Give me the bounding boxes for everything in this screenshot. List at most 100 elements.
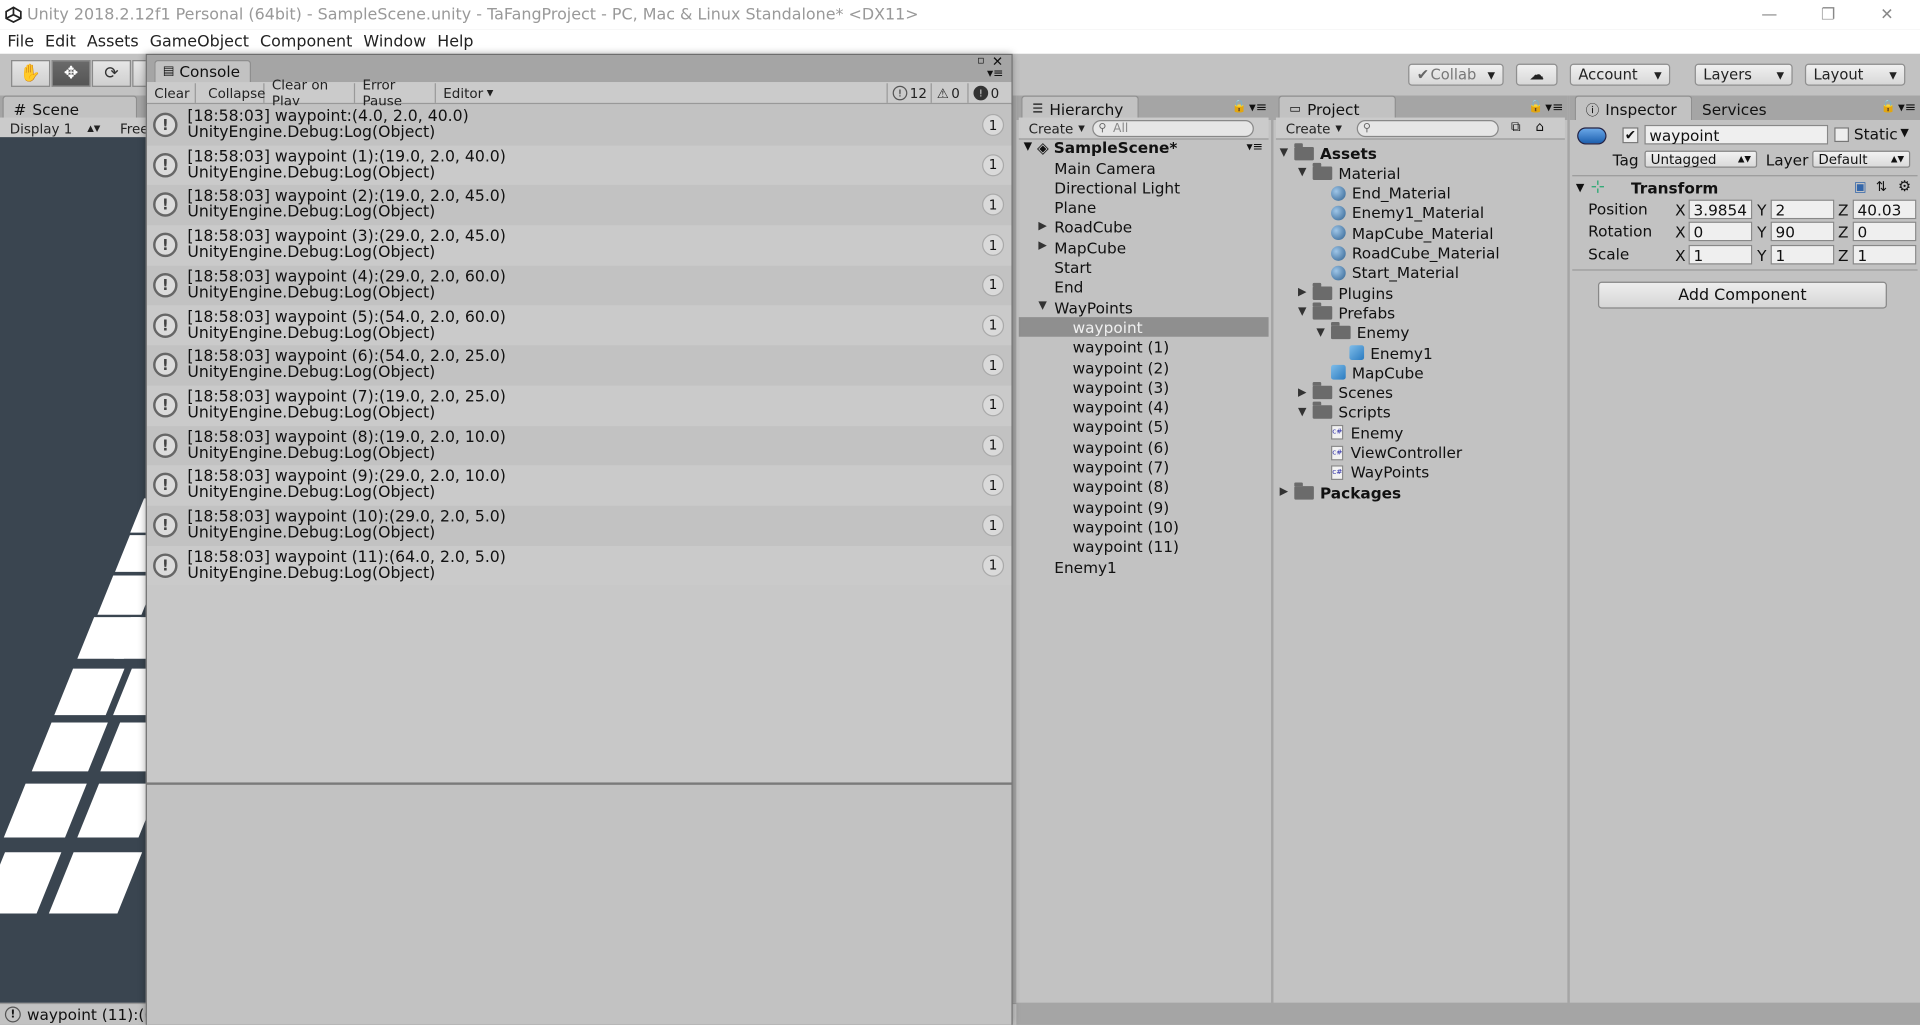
panel-menu-icon[interactable]: ▾≡: [1249, 99, 1267, 115]
hierarchy-item[interactable]: MapCube: [1054, 238, 1126, 258]
layout-dropdown[interactable]: Layout ▼: [1804, 63, 1906, 86]
project-item[interactable]: c# WayPoints: [1331, 463, 1429, 483]
settings-gear-icon[interactable]: ⚙: [1898, 178, 1911, 195]
project-item[interactable]: Enemy: [1331, 322, 1410, 343]
display-dropdown[interactable]: Display 1 ▲▼: [5, 120, 105, 137]
project-item[interactable]: Scripts: [1312, 402, 1391, 423]
project-item[interactable]: MapCube_Material: [1331, 223, 1493, 243]
lock-icon[interactable]: 🔒: [1528, 100, 1543, 113]
scale-x-field[interactable]: 1: [1688, 244, 1753, 265]
menu-gameobject[interactable]: GameObject: [146, 32, 256, 50]
project-item[interactable]: c# Enemy: [1331, 423, 1403, 443]
hierarchy-item[interactable]: waypoint (10): [1073, 517, 1179, 537]
panel-menu-icon[interactable]: ▾≡: [1898, 99, 1916, 115]
hierarchy-item[interactable]: waypoint (11): [1073, 537, 1179, 557]
rotation-z-field[interactable]: 0: [1852, 221, 1917, 242]
project-create-button[interactable]: Create ▼: [1281, 120, 1347, 137]
editor-dropdown[interactable]: Editor ▼: [438, 83, 493, 103]
hierarchy-item[interactable]: waypoint (7): [1073, 457, 1170, 477]
log-entry[interactable]: ! [18:58:03] waypoint:(4.0, 2.0, 40.0) Uni…: [146, 105, 1012, 146]
log-entry[interactable]: ! [18:58:03] waypoint (8):(19.0, 2.0, 10.…: [146, 425, 1012, 466]
lock-icon[interactable]: 🔒: [1232, 100, 1247, 113]
menu-window[interactable]: Window: [360, 32, 434, 50]
hierarchy-item[interactable]: waypoint (2): [1073, 358, 1170, 378]
hierarchy-item[interactable]: waypoint: [1073, 318, 1143, 338]
tab-services[interactable]: Services: [1692, 95, 1796, 121]
expand-arrow-icon[interactable]: ▼: [1316, 327, 1324, 339]
expand-arrow-icon[interactable]: ▼: [1298, 307, 1306, 319]
scene-menu-icon[interactable]: ▾≡: [1247, 140, 1263, 153]
project-item[interactable]: Scenes: [1312, 382, 1393, 403]
collapsed-arrow-icon[interactable]: ▶: [1280, 486, 1288, 498]
expand-arrow-icon[interactable]: ▼: [1298, 167, 1306, 179]
rotate-tool-button[interactable]: ⟳: [91, 60, 132, 87]
project-item[interactable]: MapCube: [1331, 363, 1424, 383]
panel-menu-icon[interactable]: ▾≡: [987, 67, 1003, 80]
scene-root-item[interactable]: ▼ ◈ SampleScene* ▾≡: [1024, 137, 1263, 157]
panel-menu-icon[interactable]: ▾≡: [1545, 99, 1563, 115]
log-entry[interactable]: ! [18:58:03] waypoint (9):(29.0, 2.0, 10.…: [146, 465, 1012, 506]
scene-viewport[interactable]: [0, 137, 147, 1003]
restore-button[interactable]: ❐: [1800, 0, 1856, 29]
collapsed-arrow-icon[interactable]: ▶: [1038, 220, 1046, 232]
layers-dropdown[interactable]: Layers ▼: [1694, 63, 1793, 86]
log-entry[interactable]: ! [18:58:03] waypoint (5):(54.0, 2.0, 60.…: [146, 305, 1012, 346]
log-entry[interactable]: ! [18:58:03] waypoint (2):(19.0, 2.0, 45.…: [146, 185, 1012, 226]
cloud-button[interactable]: ☁: [1515, 63, 1558, 86]
scale-y-field[interactable]: 1: [1770, 244, 1835, 265]
menu-edit[interactable]: Edit: [41, 32, 83, 50]
rotation-y-field[interactable]: 90: [1770, 221, 1835, 242]
collapsed-arrow-icon[interactable]: ▶: [1038, 240, 1046, 252]
project-item[interactable]: Packages: [1294, 481, 1401, 503]
position-x-field[interactable]: 3.9854: [1688, 199, 1753, 220]
menu-assets[interactable]: Assets: [83, 32, 146, 50]
tab-hierarchy[interactable]: ☰ Hierarchy: [1021, 95, 1139, 121]
project-item[interactable]: End_Material: [1331, 183, 1451, 203]
clear-button[interactable]: Clear: [149, 83, 196, 103]
project-item[interactable]: Plugins: [1312, 282, 1393, 303]
hierarchy-item[interactable]: Main Camera: [1054, 158, 1155, 178]
hierarchy-search-input[interactable]: ⚲ All: [1092, 120, 1254, 138]
hierarchy-item[interactable]: End: [1054, 278, 1083, 298]
menu-help[interactable]: Help: [434, 32, 481, 50]
maximize-icon[interactable]: ▫: [977, 55, 984, 67]
project-item[interactable]: c# ViewController: [1331, 443, 1462, 463]
expand-arrow-icon[interactable]: ▼: [1038, 300, 1046, 312]
tab-project[interactable]: ▭ Project: [1278, 95, 1396, 121]
help-book-icon[interactable]: ▣: [1854, 179, 1867, 195]
foldout-arrow-icon[interactable]: ▼: [1576, 182, 1584, 194]
close-window-button[interactable]: ✕: [1859, 0, 1915, 29]
tab-console[interactable]: ▤ Console: [154, 60, 252, 83]
log-count-toggle[interactable]: ! 12: [886, 83, 927, 103]
collapse-button[interactable]: Collapse: [203, 83, 265, 103]
minimize-button[interactable]: —: [1741, 0, 1797, 29]
error-count-toggle[interactable]: ! 0: [967, 83, 999, 103]
tab-scene[interactable]: # Scene: [2, 95, 138, 121]
hierarchy-item[interactable]: Plane: [1054, 198, 1096, 218]
menu-component[interactable]: Component: [256, 32, 359, 50]
filter-by-label-icon[interactable]: ⌂: [1536, 119, 1545, 135]
hierarchy-item[interactable]: waypoint (9): [1073, 497, 1170, 517]
hierarchy-item[interactable]: WayPoints: [1054, 298, 1133, 318]
project-item[interactable]: Enemy1: [1349, 343, 1433, 363]
hierarchy-item[interactable]: waypoint (4): [1073, 397, 1170, 417]
hierarchy-item[interactable]: waypoint (1): [1073, 338, 1170, 358]
filter-by-type-icon[interactable]: ⧉: [1511, 119, 1521, 136]
clear-on-play-button[interactable]: Clear on Play: [267, 77, 356, 109]
tag-dropdown[interactable]: Untagged ▲▼: [1644, 150, 1758, 168]
tab-inspector[interactable]: ⓘ Inspector: [1574, 95, 1693, 121]
hierarchy-item[interactable]: waypoint (3): [1073, 378, 1170, 398]
menu-file[interactable]: File: [4, 32, 42, 50]
hierarchy-item[interactable]: waypoint (5): [1073, 417, 1170, 437]
log-entry[interactable]: ! [18:58:03] waypoint (4):(29.0, 2.0, 60.…: [146, 265, 1012, 306]
hierarchy-create-button[interactable]: Create ▼: [1024, 120, 1090, 137]
project-item[interactable]: Enemy1_Material: [1331, 203, 1484, 223]
hierarchy-item[interactable]: waypoint (6): [1073, 437, 1170, 457]
log-entry[interactable]: ! [18:58:03] waypoint (7):(19.0, 2.0, 25.…: [146, 385, 1012, 426]
hierarchy-item[interactable]: waypoint (8): [1073, 477, 1170, 497]
move-tool-button[interactable]: ✥: [51, 60, 91, 87]
hierarchy-item[interactable]: RoadCube: [1054, 218, 1132, 238]
project-item[interactable]: Prefabs: [1312, 302, 1395, 323]
object-name-field[interactable]: waypoint: [1644, 124, 1829, 145]
scale-z-field[interactable]: 1: [1852, 244, 1917, 265]
